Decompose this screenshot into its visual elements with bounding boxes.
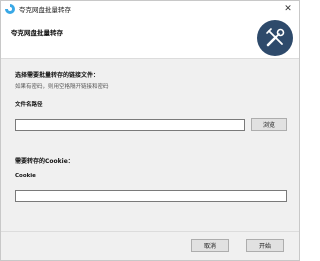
- transfer-dialog-window: 夸克网盘批量转存 ✕ 夸克网盘批量转存 选择需要批量转存的链接文件： 如果有密码…: [0, 0, 300, 261]
- cookie-section-title: 需要转存的Cookie：: [15, 158, 74, 165]
- file-path-label: 文件名路径: [15, 102, 43, 108]
- cookie-input[interactable]: [15, 190, 287, 202]
- cookie-label: Cookie: [15, 173, 36, 179]
- header-title: 夸克网盘批量转存: [11, 29, 63, 37]
- title-bar: 夸克网盘批量转存 ✕: [1, 1, 299, 17]
- cancel-button[interactable]: 取消: [191, 239, 229, 252]
- links-section-hint: 如果有密码，则用空格隔开链接和密码: [15, 84, 109, 90]
- file-path-input[interactable]: [15, 119, 245, 131]
- start-button[interactable]: 开始: [246, 239, 284, 252]
- wizard-header: 夸克网盘批量转存: [1, 17, 299, 59]
- window-title: 夸克网盘批量转存: [19, 6, 71, 14]
- dialog-footer: 取消 开始: [1, 231, 299, 260]
- close-button[interactable]: ✕: [283, 4, 293, 14]
- quark-logo-icon: [5, 4, 15, 14]
- tools-icon: [257, 20, 293, 56]
- browse-button[interactable]: 浏览: [251, 118, 287, 131]
- links-section-title: 选择需要批量转存的链接文件：: [15, 72, 100, 79]
